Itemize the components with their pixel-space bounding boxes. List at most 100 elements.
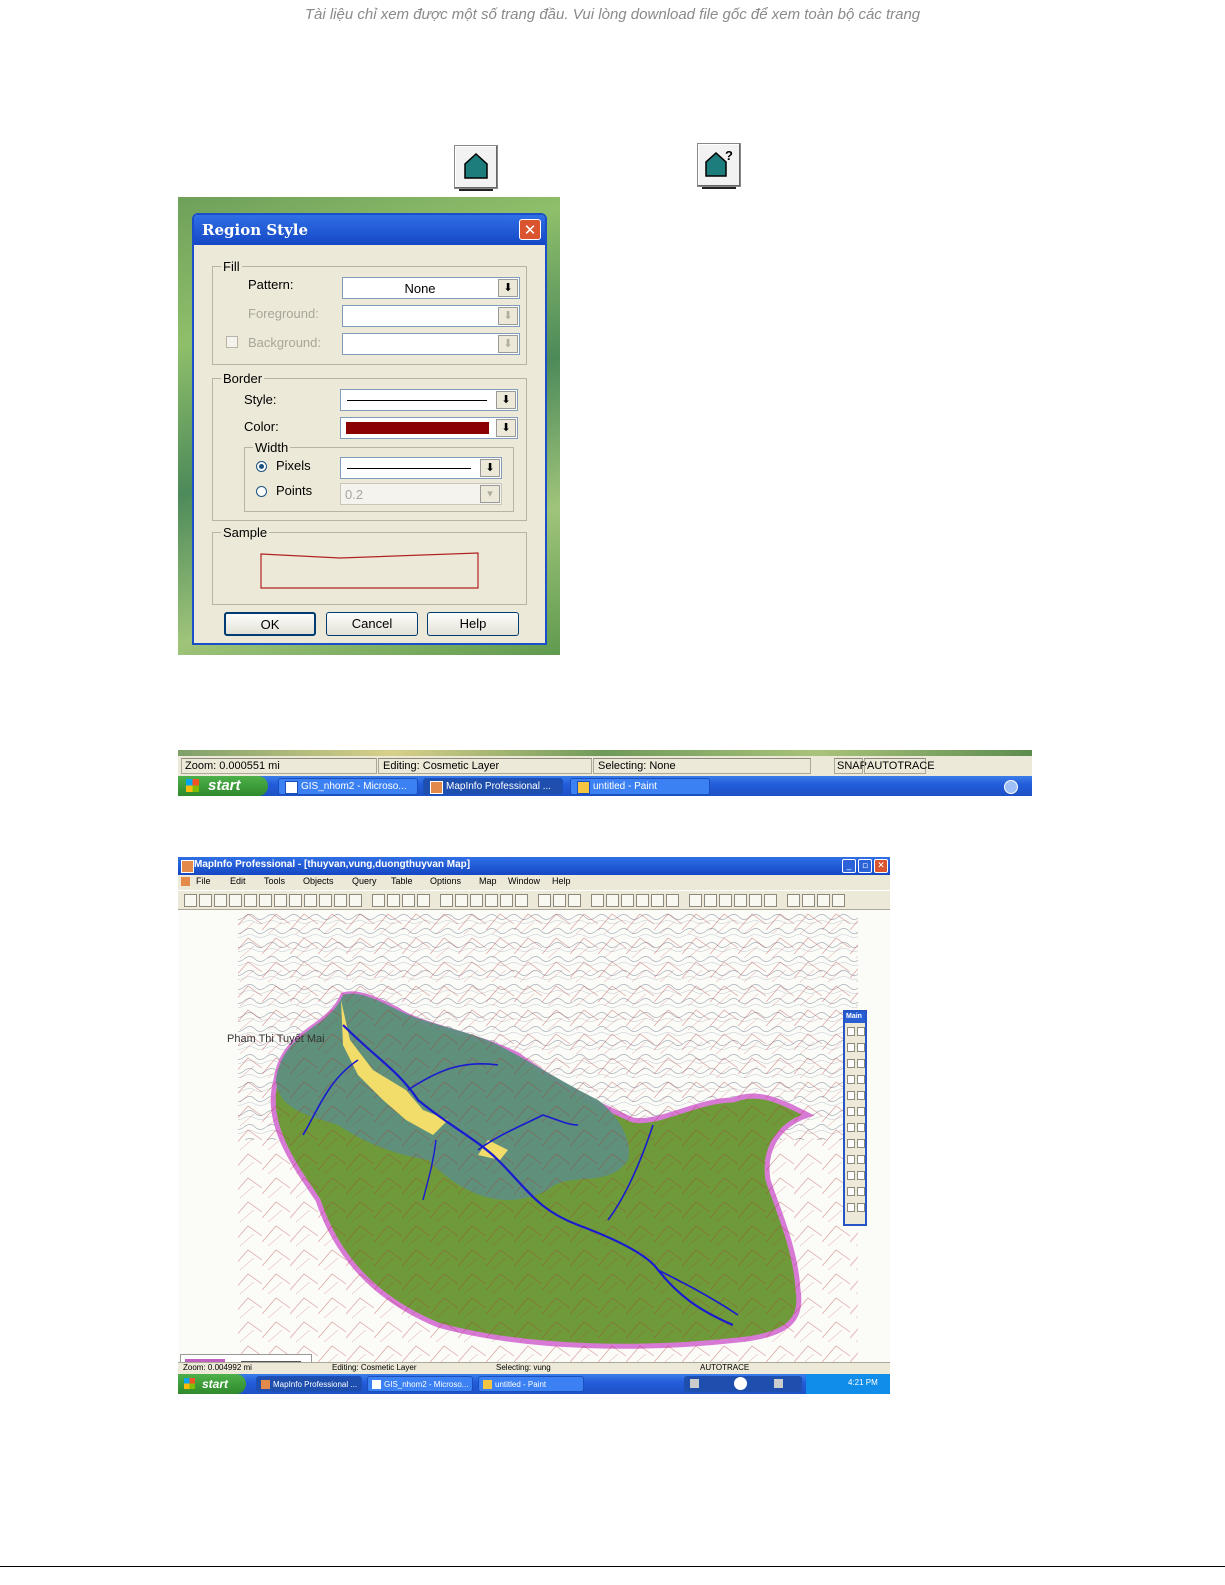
toolbar-tool-icon[interactable]	[199, 894, 212, 907]
dropdown-arrow-icon[interactable]: ⬇	[480, 459, 500, 477]
palette-tool-icon[interactable]	[857, 1091, 865, 1100]
toolbar-tool-icon[interactable]	[704, 894, 717, 907]
maximize-icon[interactable]: ▫	[858, 859, 872, 873]
palette-tool-icon[interactable]	[857, 1155, 865, 1164]
palette-tool-icon[interactable]	[847, 1027, 855, 1036]
dropdown-arrow-icon[interactable]: ⬇	[498, 335, 518, 353]
start-button[interactable]: start	[178, 776, 268, 796]
autotrace-indicator[interactable]: AUTOTRACE	[700, 1363, 749, 1372]
toolbar-tool-icon[interactable]	[455, 894, 468, 907]
toolbar-tool-icon[interactable]	[387, 894, 400, 907]
region-style-tool-icon[interactable]	[454, 145, 498, 191]
start-button[interactable]: start	[178, 1374, 246, 1394]
toolbar-tool-icon[interactable]	[666, 894, 679, 907]
toolbar-tool-icon[interactable]	[832, 894, 845, 907]
palette-tool-icon[interactable]	[847, 1203, 855, 1212]
close-icon[interactable]: ✕	[874, 859, 888, 873]
selecting-cell[interactable]: Selecting: None	[593, 758, 811, 774]
border-style-select[interactable]: ⬇	[340, 389, 518, 411]
toolbar-tool-icon[interactable]	[184, 894, 197, 907]
toolbar-tool-icon[interactable]	[636, 894, 649, 907]
taskbar-item-word[interactable]: GIS_nhom2 - Microso...	[367, 1376, 473, 1392]
toolbar-tool-icon[interactable]	[229, 894, 242, 907]
toolbar-tool-icon[interactable]	[787, 894, 800, 907]
toolbar-tool-icon[interactable]	[802, 894, 815, 907]
toolbar-tool-icon[interactable]	[259, 894, 272, 907]
toolbar-tool-icon[interactable]	[553, 894, 566, 907]
taskbar-item-mapinfo[interactable]: MapInfo Professional ...	[256, 1376, 362, 1392]
cancel-button[interactable]: Cancel	[326, 612, 418, 636]
toolbar-tool-icon[interactable]	[244, 894, 257, 907]
menu-tools[interactable]: Tools	[264, 876, 285, 886]
dropdown-arrow-icon[interactable]: ⬇	[496, 419, 516, 437]
toolbar-tool-icon[interactable]	[402, 894, 415, 907]
dropdown-arrow-icon[interactable]: ⬇	[498, 307, 518, 325]
menu-query[interactable]: Query	[352, 876, 377, 886]
close-icon[interactable]: ✕	[519, 219, 541, 240]
palette-tool-icon[interactable]	[847, 1187, 855, 1196]
toolbar-tool-icon[interactable]	[334, 894, 347, 907]
palette-tool-icon[interactable]	[847, 1107, 855, 1116]
toolbar-tool-icon[interactable]	[719, 894, 732, 907]
menu-window[interactable]: Window	[508, 876, 540, 886]
palette-tool-icon[interactable]	[857, 1027, 865, 1036]
pattern-select[interactable]: None ⬇	[342, 277, 520, 299]
palette-tool-icon[interactable]	[847, 1091, 855, 1100]
pause-icon[interactable]	[734, 1377, 747, 1390]
taskbar-item-paint[interactable]: untitled - Paint	[478, 1376, 584, 1392]
dropdown-arrow-icon[interactable]: ⬇	[498, 279, 518, 297]
palette-tool-icon[interactable]	[847, 1043, 855, 1052]
toolbar-tool-icon[interactable]	[470, 894, 483, 907]
palette-tool-icon[interactable]	[857, 1171, 865, 1180]
toolbar-tool-icon[interactable]	[606, 894, 619, 907]
toolbar-tool-icon[interactable]	[274, 894, 287, 907]
palette-tool-icon[interactable]	[857, 1075, 865, 1084]
toolbar-tool-icon[interactable]	[817, 894, 830, 907]
palette-tool-icon[interactable]	[857, 1043, 865, 1052]
points-radio[interactable]	[256, 486, 267, 497]
toolbar-tool-icon[interactable]	[304, 894, 317, 907]
toolbar-tool-icon[interactable]	[591, 894, 604, 907]
help-button[interactable]: Help	[427, 612, 519, 636]
palette-tool-icon[interactable]	[847, 1059, 855, 1068]
palette-tool-icon[interactable]	[857, 1107, 865, 1116]
points-width-select[interactable]: 0.2 ▾	[340, 483, 502, 505]
toolbar-tool-icon[interactable]	[764, 894, 777, 907]
menu-edit[interactable]: Edit	[230, 876, 246, 886]
menu-map[interactable]: Map	[479, 876, 497, 886]
toolbar-tool-icon[interactable]	[372, 894, 385, 907]
toolbar-tool-icon[interactable]	[749, 894, 762, 907]
ok-button[interactable]: OK	[224, 612, 316, 636]
menu-help[interactable]: Help	[552, 876, 571, 886]
foreground-select[interactable]: ⬇	[342, 305, 520, 327]
next-icon[interactable]	[774, 1379, 783, 1388]
editing-cell[interactable]: Editing: Cosmetic Layer	[378, 758, 592, 774]
menu-options[interactable]: Options	[430, 876, 461, 886]
palette-tool-icon[interactable]	[847, 1075, 855, 1084]
tray-arrow-icon[interactable]	[1004, 780, 1018, 794]
palette-tool-icon[interactable]	[847, 1171, 855, 1180]
palette-tool-icon[interactable]	[857, 1187, 865, 1196]
taskbar-item-paint[interactable]: untitled - Paint	[570, 778, 710, 795]
menu-table[interactable]: Table	[391, 876, 413, 886]
menu-objects[interactable]: Objects	[303, 876, 334, 886]
editing-readout[interactable]: Editing: Cosmetic Layer	[332, 1363, 416, 1372]
toolbar-tool-icon[interactable]	[689, 894, 702, 907]
palette-tool-icon[interactable]	[847, 1139, 855, 1148]
menu-file[interactable]: File	[196, 876, 211, 886]
snap-cell[interactable]: SNAP	[834, 758, 867, 774]
toolbar-tool-icon[interactable]	[651, 894, 664, 907]
media-controls[interactable]	[684, 1376, 802, 1392]
taskbar-item-mapinfo[interactable]: MapInfo Professional ...	[423, 778, 563, 795]
toolbar-tool-icon[interactable]	[417, 894, 430, 907]
toolbar-tool-icon[interactable]	[568, 894, 581, 907]
pixels-width-select[interactable]: ⬇	[340, 457, 502, 479]
stop-icon[interactable]	[690, 1379, 699, 1388]
toolbar-tool-icon[interactable]	[538, 894, 551, 907]
minimize-icon[interactable]: _	[842, 859, 856, 873]
border-color-select[interactable]: ⬇	[340, 417, 518, 439]
background-checkbox[interactable]	[226, 336, 238, 348]
toolbar-tool-icon[interactable]	[440, 894, 453, 907]
palette-tool-icon[interactable]	[847, 1123, 855, 1132]
toolbar-tool-icon[interactable]	[515, 894, 528, 907]
